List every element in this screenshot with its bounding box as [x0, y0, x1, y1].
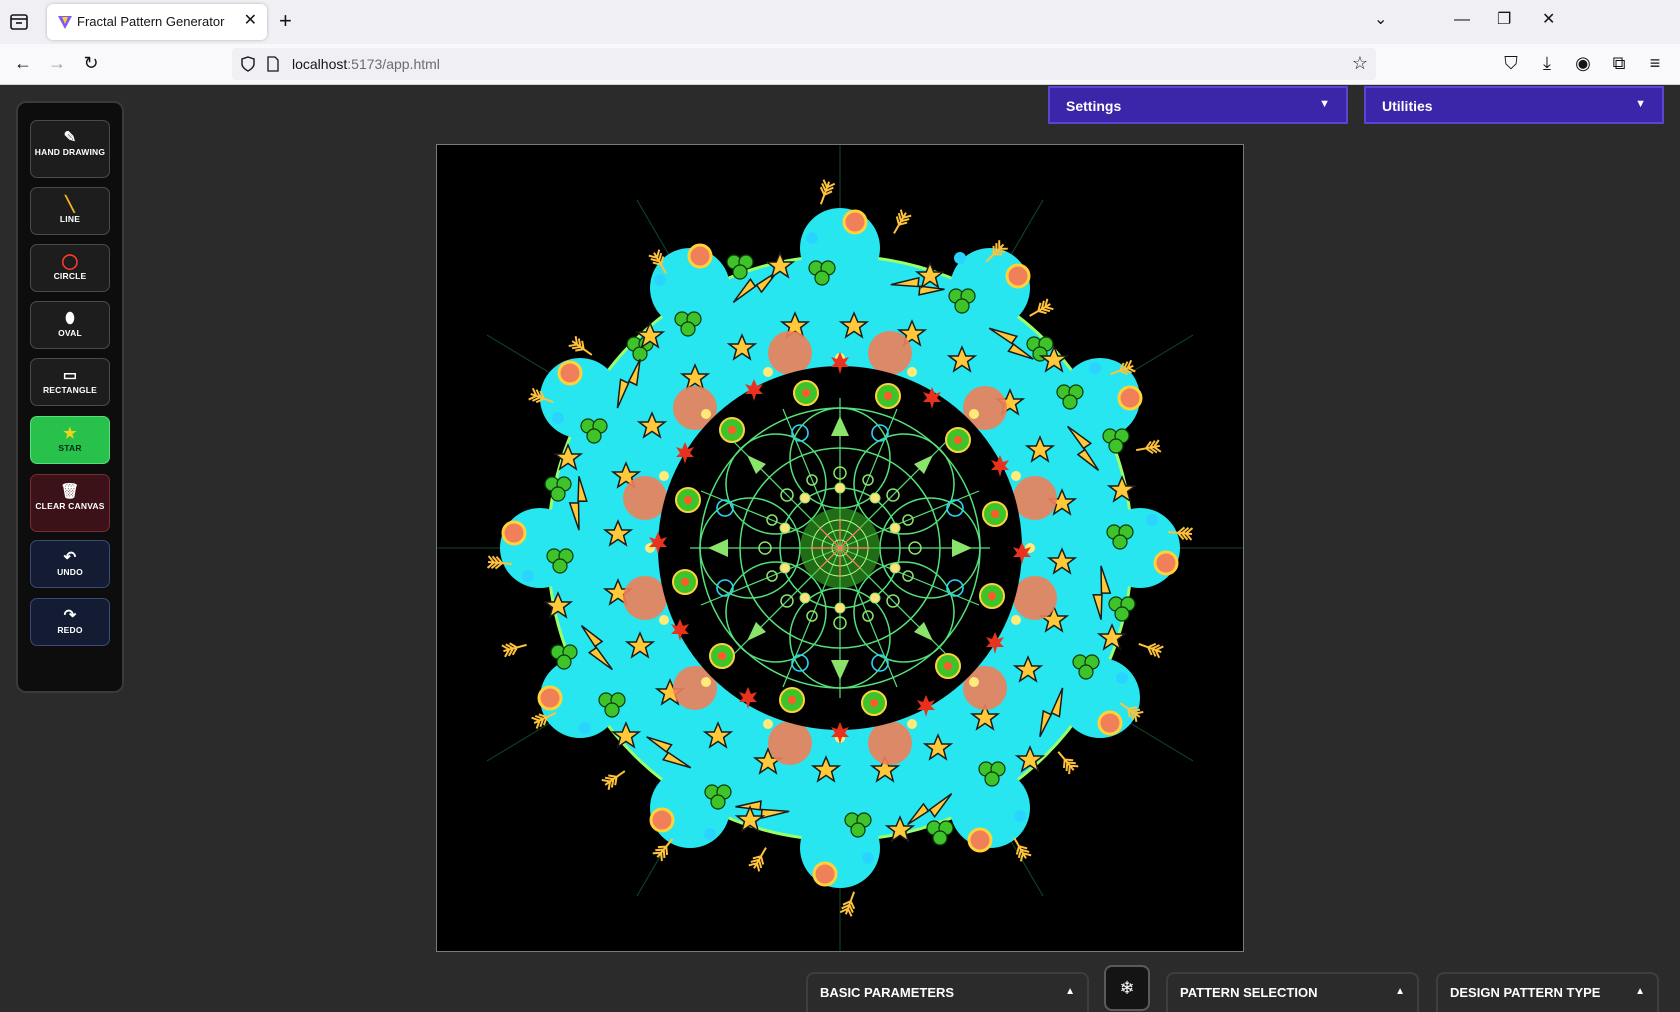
tab-close-icon[interactable]: ✕	[244, 13, 257, 29]
clear-canvas-button[interactable]: 🗑 CLEAR CANVAS	[30, 474, 110, 532]
forward-icon[interactable]: →	[46, 52, 68, 74]
tool-label: CIRCLE	[53, 271, 87, 281]
rectangle-tool[interactable]: ▭ RECTANGLE	[30, 358, 110, 406]
url-bar[interactable]: localhost:5173/app.html ☆	[232, 48, 1376, 80]
tab-overflow-chevron-icon[interactable]: ⌄	[1374, 10, 1387, 30]
star-tool[interactable]: ★ STAR	[30, 416, 110, 464]
tool-label: OVAL	[58, 328, 82, 338]
fractal-mandala	[437, 145, 1243, 951]
circle-tool[interactable]: ◯ CIRCLE	[30, 244, 110, 292]
tab-list-icon[interactable]	[8, 12, 30, 32]
dropdown-arrow-icon: ▼	[1319, 98, 1330, 110]
bookmark-star-icon[interactable]: ☆	[1352, 53, 1368, 74]
circle-icon: ◯	[61, 253, 79, 270]
undo-button[interactable]: ↶ UNDO	[30, 540, 110, 588]
tool-label: RECTANGLE	[42, 385, 98, 395]
window-close-icon[interactable]: ✕	[1542, 10, 1555, 30]
url-text[interactable]: localhost:5173/app.html	[292, 56, 440, 72]
shield-icon[interactable]	[240, 56, 256, 72]
settings-dropdown[interactable]: Settings ▼	[1048, 86, 1348, 124]
settings-label: Settings	[1066, 98, 1122, 114]
vite-logo-icon	[58, 16, 72, 29]
dropdown-arrow-icon: ▼	[1635, 98, 1646, 110]
reload-icon[interactable]: ↻	[80, 52, 102, 74]
hand-drawing-tool[interactable]: ✎ HAND DRAWING	[30, 120, 110, 178]
tool-label: STAR	[58, 443, 82, 453]
star-icon: ★	[63, 425, 77, 442]
menu-icon[interactable]: ≡	[1644, 52, 1666, 74]
redo-icon: ↷	[63, 607, 77, 624]
expand-arrow-icon: ▲	[1635, 986, 1645, 997]
expand-arrow-icon: ▲	[1395, 986, 1405, 997]
minimize-icon[interactable]: —	[1454, 10, 1470, 30]
redo-button[interactable]: ↷ REDO	[30, 598, 110, 646]
account-icon[interactable]: ◉	[1572, 52, 1594, 74]
browser-navbar: ← → ↻ localhost:5173/app.html ☆ ⛉ ⤓ ◉ ⧉ …	[0, 44, 1680, 85]
pattern-selection-panel[interactable]: PATTERN SELECTION ▲	[1166, 972, 1419, 1012]
expand-arrow-icon: ▲	[1065, 986, 1075, 997]
basic-parameters-label: BASIC PARAMETERS	[820, 985, 955, 1000]
undo-icon: ↶	[63, 549, 77, 566]
trash-icon: 🗑	[60, 483, 80, 500]
back-icon[interactable]: ←	[12, 52, 34, 74]
restore-icon[interactable]: ❐	[1497, 10, 1511, 30]
browser-tabstrip: Fractal Pattern Generator ✕ + ⌄ — ❐ ✕	[0, 0, 1680, 44]
pattern-selection-label: PATTERN SELECTION	[1180, 985, 1318, 1000]
browser-tab[interactable]: Fractal Pattern Generator ✕	[47, 4, 267, 40]
tool-label: LINE	[59, 214, 81, 224]
utilities-dropdown[interactable]: Utilities ▼	[1364, 86, 1664, 124]
oval-tool[interactable]: ⬮ OVAL	[30, 301, 110, 349]
tab-title: Fractal Pattern Generator	[77, 14, 225, 29]
utilities-label: Utilities	[1382, 98, 1433, 114]
basic-parameters-panel[interactable]: BASIC PARAMETERS ▲	[806, 972, 1089, 1012]
pencil-icon: ✎	[63, 129, 77, 146]
url-path: :5173/app.html	[347, 56, 440, 72]
line-icon: ╲	[65, 196, 75, 213]
rectangle-icon: ▭	[62, 367, 78, 384]
pocket-icon[interactable]: ⛉	[1500, 52, 1522, 74]
url-host: localhost	[292, 56, 348, 72]
page-icon	[267, 56, 279, 72]
snowflake-button[interactable]: ❄	[1104, 965, 1150, 1011]
tool-label: UNDO	[57, 567, 83, 577]
oval-icon: ⬮	[65, 310, 75, 327]
tool-label: HAND DRAWING	[34, 147, 106, 157]
design-pattern-type-label: DESIGN PATTERN TYPE	[1450, 985, 1601, 1000]
new-tab-icon[interactable]: +	[279, 10, 292, 32]
downloads-icon[interactable]: ⤓	[1536, 52, 1558, 74]
tool-label: REDO	[57, 625, 83, 635]
drawing-toolbar: ✎ HAND DRAWING ╲ LINE ◯ CIRCLE ⬮ OVAL ▭ …	[16, 101, 124, 693]
app-root: ✎ HAND DRAWING ╲ LINE ◯ CIRCLE ⬮ OVAL ▭ …	[0, 85, 1680, 1012]
extensions-icon[interactable]: ⧉	[1608, 52, 1630, 74]
snowflake-icon: ❄	[1119, 978, 1135, 998]
design-pattern-type-panel[interactable]: DESIGN PATTERN TYPE ▲	[1436, 972, 1659, 1012]
drawing-canvas[interactable]	[436, 144, 1244, 952]
tool-label: CLEAR CANVAS	[35, 501, 105, 511]
line-tool[interactable]: ╲ LINE	[30, 187, 110, 235]
